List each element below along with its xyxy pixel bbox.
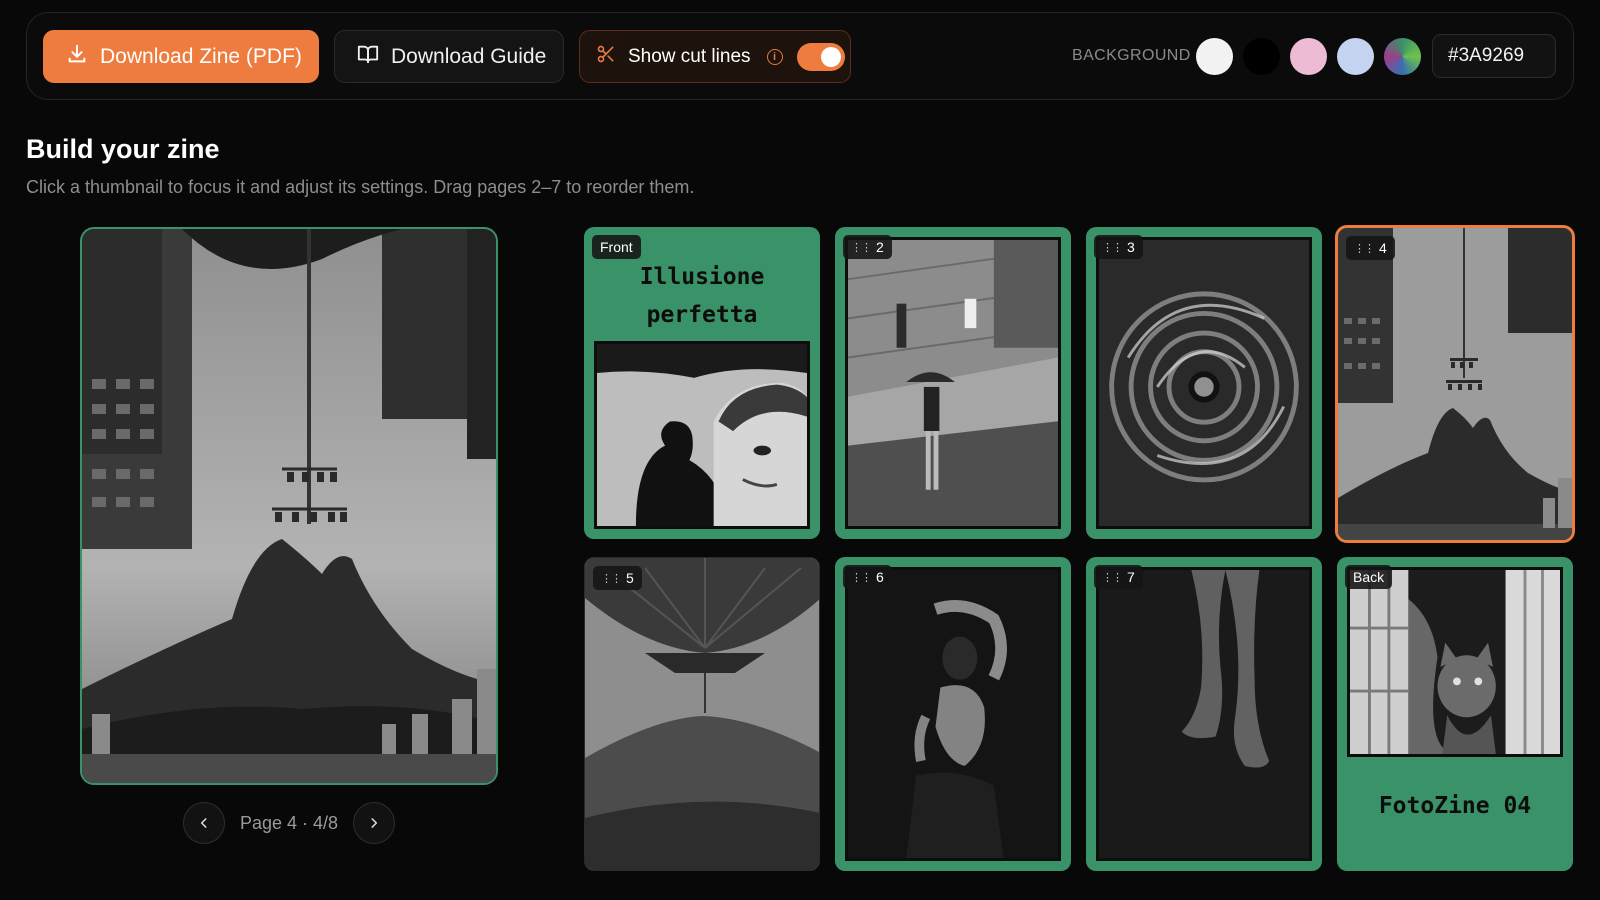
drag-handle-icon[interactable]: ⋮⋮	[851, 571, 872, 584]
page-number: 6	[876, 569, 884, 585]
page-tag: ⋮⋮ 6	[843, 565, 892, 589]
drag-handle-icon[interactable]: ⋮⋮	[851, 241, 872, 254]
page-tag: Front	[592, 235, 641, 259]
page-number: 5	[626, 570, 634, 586]
page-pager: Page 4 · 4/8	[183, 802, 395, 844]
page-tag: ⋮⋮ 2	[843, 235, 892, 259]
page-preview	[80, 227, 498, 785]
download-zine-button[interactable]: Download Zine (PDF)	[43, 30, 319, 83]
back-cover-title: FotoZine 04	[1378, 793, 1532, 819]
swatch-light-blue[interactable]	[1337, 38, 1374, 75]
page-tag: ⋮⋮ 3	[1094, 235, 1143, 259]
drag-handle-icon[interactable]: ⋮⋮	[1102, 241, 1123, 254]
info-icon[interactable]: i	[766, 48, 783, 65]
toolbar: Download Zine (PDF) Download Guide Show …	[26, 12, 1574, 100]
swatch-pink[interactable]	[1290, 38, 1327, 75]
page-tag: Back	[1345, 565, 1393, 589]
page-number: 4	[1379, 240, 1387, 256]
thumbnail-page-3[interactable]: ⋮⋮ 3	[1086, 227, 1322, 539]
scissors-icon	[596, 44, 616, 70]
page-3-photo	[1096, 237, 1312, 529]
thumbnail-page-7[interactable]: ⋮⋮ 7	[1086, 557, 1322, 871]
drag-handle-icon[interactable]: ⋮⋮	[601, 572, 622, 585]
download-guide-label: Download Guide	[391, 44, 547, 68]
page-tag: ⋮⋮ 4	[1346, 236, 1395, 260]
hex-color-input[interactable]	[1432, 34, 1556, 78]
cut-lines-label: Show cut lines	[628, 45, 751, 67]
thumbnail-front[interactable]: Front Illusione perfetta	[584, 227, 820, 539]
page-6-photo	[845, 567, 1061, 861]
thumbnail-back[interactable]: Back FotoZine 04	[1337, 557, 1573, 871]
download-icon	[66, 43, 88, 71]
page-number: 7	[1127, 569, 1135, 585]
drag-handle-icon[interactable]: ⋮⋮	[1354, 242, 1375, 255]
back-cover-photo	[1347, 567, 1563, 757]
cut-lines-toggle[interactable]	[796, 42, 845, 71]
preview-photo	[82, 229, 496, 783]
book-icon	[357, 43, 379, 71]
page-number: 2	[876, 239, 884, 255]
page-tag: ⋮⋮ 7	[1094, 565, 1143, 589]
page-5-photo	[585, 558, 819, 870]
page-4-photo	[1338, 228, 1572, 540]
thumbnail-page-6[interactable]: ⋮⋮ 6	[835, 557, 1071, 871]
chevron-left-icon	[200, 818, 207, 828]
page-title: Build your zine	[26, 134, 220, 164]
download-zine-label: Download Zine (PDF)	[100, 44, 302, 68]
next-page-button[interactable]	[352, 802, 395, 844]
thumbnail-page-5[interactable]: ⋮⋮ 5	[584, 557, 820, 871]
cut-lines-control: Show cut lines i	[579, 30, 851, 83]
chevron-right-icon	[371, 818, 378, 828]
page-indicator: Page 4 · 4/8	[239, 812, 339, 833]
download-guide-button[interactable]: Download Guide	[334, 30, 564, 83]
swatch-custom-gradient[interactable]	[1384, 38, 1421, 75]
swatch-white[interactable]	[1196, 38, 1233, 75]
cover-title-line2: perfetta	[646, 302, 758, 328]
background-label: BACKGROUND	[1072, 47, 1191, 64]
thumbnail-page-4[interactable]: ⋮⋮ 4	[1335, 225, 1575, 543]
page-subtitle: Click a thumbnail to focus it and adjust…	[26, 177, 695, 197]
thumbnail-page-2[interactable]: ⋮⋮ 2	[835, 227, 1071, 539]
page-2-photo	[845, 237, 1061, 529]
toggle-knob	[820, 46, 841, 67]
drag-handle-icon[interactable]: ⋮⋮	[1102, 571, 1123, 584]
cover-photo	[594, 341, 810, 529]
page-tag: ⋮⋮ 5	[593, 566, 642, 590]
cover-title-line1: Illusione	[639, 264, 765, 290]
page-7-photo	[1096, 567, 1312, 861]
previous-page-button[interactable]	[183, 802, 225, 844]
page-number: 3	[1127, 239, 1135, 255]
swatch-black[interactable]	[1243, 38, 1280, 75]
